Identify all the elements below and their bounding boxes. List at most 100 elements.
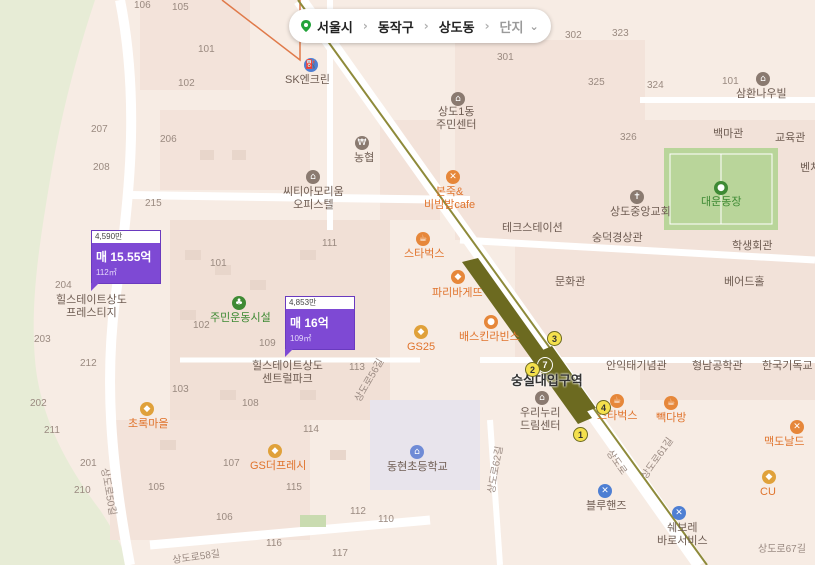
poi-label: 주민운동시설 [210, 312, 271, 324]
block-number: 302 [565, 30, 582, 41]
poi-label: 벤처 [800, 162, 815, 174]
location-pin-icon [301, 20, 311, 32]
block-number: 203 [34, 334, 51, 345]
breadcrumb-district[interactable]: 동작구 [378, 17, 414, 36]
block-number: 103 [172, 384, 189, 395]
block-number: 101 [722, 76, 739, 87]
block-number: 114 [303, 424, 319, 435]
poi-label: 힐스테이트상도 프레스티지 [56, 294, 127, 320]
poi-label: CU [760, 486, 776, 498]
car-service-icon: ✕ [672, 506, 686, 520]
poi-label: 맥도날드 [764, 436, 805, 448]
chevron-right-icon: › [484, 19, 490, 33]
building-icon: ⌂ [756, 72, 770, 86]
block-number: 325 [588, 77, 605, 88]
chevron-down-icon: ⌄ [529, 19, 539, 33]
restaurant-icon: ✕ [790, 420, 804, 434]
block-number: 105 [148, 482, 165, 493]
poi-label: 우리누리 드림센터 [520, 407, 560, 433]
poi-label: 백마관 [713, 128, 744, 140]
poi-label: 문화관 [555, 276, 586, 288]
listing-pointer [91, 283, 99, 291]
station-exit[interactable]: 3 [547, 331, 562, 346]
breadcrumb-neighborhood[interactable]: 상도동 [439, 17, 475, 36]
poi-label-line: 프레스티지 [66, 307, 117, 319]
poi-label: GS25 [407, 341, 436, 353]
block-number: 207 [91, 124, 108, 135]
poi-label: 테크스테이션 [502, 222, 563, 234]
block-number: 117 [332, 548, 348, 559]
poi-label: 숭덕경상관 [592, 232, 643, 244]
listing-price: 매 16억 [290, 316, 329, 330]
poi-label-line: 힐스테이트상도 [252, 360, 323, 372]
poi-label: 교육관 [775, 132, 806, 144]
poi-label-line: 씨티아모리움 [283, 186, 344, 198]
poi-label: 농협 [354, 152, 375, 164]
poi-label-line: 오피스텔 [293, 199, 334, 211]
convenience-store-icon: ◆ [414, 325, 428, 339]
bank-icon: ₩ [355, 136, 369, 150]
block-number: 112 [350, 506, 366, 517]
poi-label: GS더프레시 [250, 460, 307, 472]
bakery-icon: ◆ [451, 270, 465, 284]
poi-label-line: 쉐보레 [667, 522, 698, 534]
poi-label: 형남공학관 [692, 360, 743, 372]
listing-pointer [285, 349, 293, 357]
poi-label-line: 힐스테이트상도 [56, 294, 127, 306]
block-number: 211 [44, 425, 60, 436]
listing-marker[interactable]: 4,853만 매 16억 109㎡ [285, 296, 355, 357]
convenience-store-icon: ◆ [762, 470, 776, 484]
poi-label-line: 센트럴파크 [262, 373, 313, 385]
breadcrumb-complex-dropdown[interactable]: 단지 ⌄ [500, 17, 539, 36]
block-number: 101 [198, 44, 215, 55]
poi-label: 배스킨라빈스 [459, 331, 520, 343]
grocery-icon: ◆ [140, 402, 154, 416]
school-icon: ⌂ [410, 445, 424, 459]
government-icon: ⌂ [451, 92, 465, 106]
park-icon: ♣ [232, 296, 246, 310]
poi-label-line: 바로서비스 [657, 535, 708, 547]
station-exit[interactable]: 1 [573, 427, 588, 442]
station-name[interactable]: 숭실대입구역 [511, 370, 583, 389]
listing-area: 109㎡ [290, 334, 312, 343]
poi-label: 블루핸즈 [586, 500, 627, 512]
block-number: 116 [266, 538, 282, 549]
location-breadcrumb: 서울시 › 동작구 › 상도동 › 단지 ⌄ [289, 9, 551, 43]
poi-label: 씨티아모리움 오피스텔 [283, 186, 344, 212]
block-number: 204 [55, 280, 72, 291]
block-number: 210 [74, 485, 91, 496]
block-number: 107 [223, 458, 240, 469]
cafe-icon: ☕ [416, 232, 430, 246]
cafe-icon: ☕ [664, 396, 678, 410]
poi-label-line: 상도1동 [438, 106, 475, 118]
poi-label: 본죽& 비빔밥cafe [424, 186, 475, 212]
poi-label-line: 비빔밥cafe [424, 199, 476, 211]
poi-label-line: 드림센터 [520, 420, 561, 432]
station-exit[interactable]: 4 [596, 400, 611, 415]
poi-label: 삼환나우빌 [736, 88, 787, 100]
block-number: 202 [30, 398, 47, 409]
station-exit[interactable]: 2 [525, 362, 540, 377]
listing-marker[interactable]: 4,590만 매 15.55억 112㎡ [91, 230, 161, 291]
block-number: 201 [80, 458, 97, 469]
block-number: 106 [216, 512, 233, 523]
block-number: 301 [497, 52, 514, 63]
poi-label: 힐스테이트상도 센트럴파크 [252, 360, 323, 386]
poi-label: 초록마을 [128, 418, 169, 430]
poi-label: 안익태기념관 [606, 360, 667, 372]
poi-label-line: 주민센터 [436, 119, 477, 131]
block-number: 323 [612, 28, 629, 39]
poi-label: 학생회관 [732, 240, 773, 252]
poi-label: 파리바게뜨 [432, 287, 483, 299]
block-number: 102 [178, 78, 195, 89]
breadcrumb-city[interactable]: 서울시 [317, 17, 353, 36]
poi-label: 대운동장 [701, 196, 742, 208]
cafe-icon: ☕ [610, 394, 624, 408]
poi-label-line: 본죽& [435, 186, 464, 198]
stadium-icon: ● [714, 181, 728, 195]
listing-price-per-pyeong: 4,853만 [286, 297, 354, 309]
block-number: 324 [647, 80, 664, 91]
map-view[interactable]: 106 105 101 102 207 206 208 215 204 203 … [0, 0, 815, 565]
block-number: 101 [210, 258, 227, 269]
block-number: 108 [242, 398, 259, 409]
